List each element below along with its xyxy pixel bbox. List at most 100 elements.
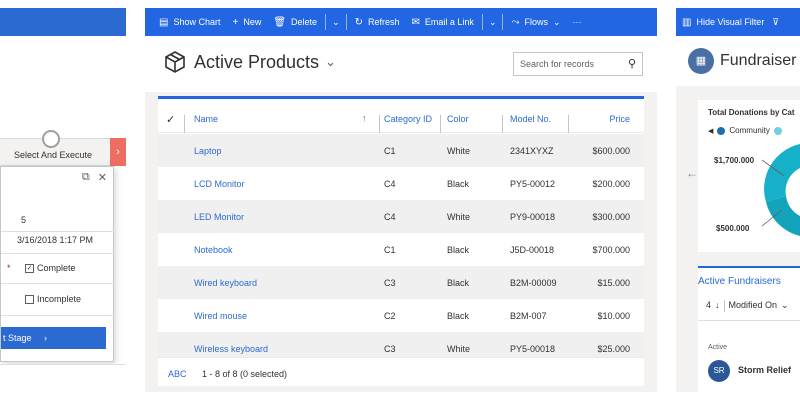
- chevron-down-icon[interactable]: ⌄: [781, 300, 789, 312]
- alphabet-filter-link[interactable]: ABC: [168, 369, 187, 379]
- refresh-icon: ↻: [354, 16, 363, 28]
- date-field[interactable]: 3/16/2018 1:17 PM: [17, 235, 93, 245]
- delete-dropdown-chevron-icon[interactable]: ⌄: [328, 8, 344, 36]
- checkbox-checked-icon[interactable]: ✓: [25, 263, 34, 273]
- chart-icon: ▤: [159, 16, 169, 28]
- table-row[interactable]: Wired mouse C2 Black B2M-007 $10.000: [158, 299, 644, 332]
- record-name-link[interactable]: LCD Monitor: [194, 179, 245, 189]
- option-incomplete[interactable]: Incomplete: [25, 294, 81, 304]
- record-name-link[interactable]: Wired keyboard: [194, 278, 257, 288]
- more-commands-button[interactable]: ···: [567, 8, 588, 36]
- required-marker: *: [7, 263, 11, 273]
- dock-icon[interactable]: ⧉: [82, 171, 90, 184]
- donut-slice[interactable]: [766, 196, 800, 236]
- refresh-label: Refresh: [368, 17, 400, 27]
- stage-expand-chevron-icon[interactable]: ›: [110, 138, 126, 166]
- cell-price: $700.000: [592, 245, 630, 255]
- column-header-model[interactable]: Model No.: [510, 114, 551, 124]
- right-view-title: Fundraiser: [720, 52, 797, 69]
- table-row[interactable]: Wired keyboard C3 Black B2M-00009 $15.00…: [158, 266, 644, 299]
- sort-direction-icon[interactable]: ↓: [715, 300, 720, 312]
- cell-category: C1: [384, 146, 396, 156]
- cell-category: C3: [384, 344, 396, 354]
- business-process-panel: Select And Execute › ⧉ ✕ 5 3/16/2018 1:1…: [0, 8, 126, 392]
- checkbox-unchecked-icon[interactable]: [25, 294, 34, 304]
- next-stage-button[interactable]: t Stage ›: [1, 327, 106, 349]
- email-icon: ✉: [411, 16, 420, 28]
- cell-model: B2M-007: [510, 311, 547, 321]
- search-input[interactable]: Search for records ⚲: [513, 52, 643, 76]
- column-header-price[interactable]: Price: [609, 114, 630, 124]
- record-count: 1 - 8 of 8 (0 selected): [202, 369, 288, 379]
- left-command-bar: [0, 8, 126, 36]
- divider: [481, 14, 483, 30]
- donut-slice[interactable]: [764, 144, 800, 202]
- donut-chart[interactable]: [758, 140, 800, 240]
- record-name-link[interactable]: Wireless keyboard: [194, 344, 268, 354]
- email-dropdown-chevron-icon[interactable]: ⌄: [485, 8, 501, 36]
- table-row[interactable]: LED Monitor C4 White PY9-00018 $300.000: [158, 200, 644, 233]
- donations-chart-card: Total Donations by Cat ◀ Community $1,70…: [698, 100, 800, 252]
- divider: [568, 115, 569, 133]
- cell-color: Black: [447, 311, 470, 321]
- stage-circle-icon[interactable]: [42, 130, 60, 148]
- sort-field[interactable]: Modified On: [729, 300, 778, 312]
- select-all-check-icon[interactable]: ✓: [166, 113, 175, 126]
- table-row[interactable]: Notebook C1 Black J5D-00018 $700.000: [158, 233, 644, 266]
- list-title[interactable]: Active Fundraisers: [698, 276, 781, 287]
- flow-icon: ⤳: [511, 16, 520, 28]
- cell-price: $25.000: [597, 344, 630, 354]
- column-header-name[interactable]: Name: [194, 114, 218, 124]
- close-icon[interactable]: ✕: [98, 171, 107, 184]
- chevron-left-icon[interactable]: ←: [686, 166, 698, 180]
- cell-price: $10.000: [597, 311, 630, 321]
- legend-swatch-icon: [773, 126, 782, 135]
- fundraiser-entity-icon: ▦: [688, 48, 714, 74]
- flows-button[interactable]: ⤳ Flows ⌄: [505, 8, 566, 36]
- legend-item-label[interactable]: Community: [729, 126, 769, 135]
- field-value: 5: [21, 215, 27, 225]
- stage-label[interactable]: Select And Execute: [14, 150, 92, 160]
- record-name-link[interactable]: LED Monitor: [194, 212, 244, 222]
- search-icon[interactable]: ⚲: [628, 53, 636, 75]
- sort-bar: 4 ↓ Modified On ⌄: [706, 300, 789, 312]
- app-screenshot: Select And Execute › ⧉ ✕ 5 3/16/2018 1:1…: [0, 0, 800, 400]
- cell-category: C4: [384, 179, 396, 189]
- chart-value-low: $500.000: [716, 224, 750, 233]
- sort-ascending-icon[interactable]: ↑: [362, 113, 367, 123]
- fundraiser-name[interactable]: Storm Relief: [738, 365, 791, 375]
- record-name-link[interactable]: Notebook: [194, 245, 233, 255]
- table-row[interactable]: Laptop C1 White 2341XYXZ $600.000: [158, 134, 644, 167]
- cell-color: White: [447, 146, 471, 156]
- new-button[interactable]: + New: [226, 8, 267, 36]
- divider: [345, 14, 347, 30]
- record-name-link[interactable]: Wired mouse: [194, 311, 247, 321]
- chart-title: Total Donations by Cat: [708, 108, 795, 117]
- view-header: Active Products ⌄ Search for records ⚲: [145, 36, 657, 92]
- record-name-link[interactable]: Laptop: [194, 146, 222, 156]
- delete-button[interactable]: 🗑 Delete: [267, 8, 323, 36]
- column-header-category[interactable]: Category ID: [384, 114, 432, 124]
- delete-label: Delete: [291, 17, 318, 27]
- cell-category: C3: [384, 278, 396, 288]
- chevron-right-icon: ›: [44, 333, 48, 343]
- legend-prev-icon[interactable]: ◀: [708, 127, 713, 135]
- email-link-button[interactable]: ✉ Email a Link: [406, 8, 480, 36]
- refresh-button[interactable]: ↻ Refresh: [349, 8, 406, 36]
- cell-model: PY5-00012: [510, 179, 556, 189]
- table-row[interactable]: LCD Monitor C4 Black PY5-00012 $200.000: [158, 167, 644, 200]
- column-header-color[interactable]: Color: [447, 114, 469, 124]
- view-selector-chevron-icon[interactable]: ⌄: [325, 54, 336, 70]
- show-chart-button[interactable]: ▤ Show Chart: [153, 8, 226, 36]
- divider: [502, 14, 504, 30]
- fundraiser-panel: ▥ Hide Visual Filter ⊽ ▦ Fundraiser ← To…: [676, 8, 800, 392]
- left-footer: [0, 364, 126, 392]
- divider: [502, 115, 503, 133]
- hide-visual-filter-button[interactable]: ▥ Hide Visual Filter: [676, 8, 770, 36]
- cell-color: Black: [447, 245, 470, 255]
- show-chart-label: Show Chart: [173, 17, 221, 27]
- divider: [184, 115, 185, 133]
- plus-icon: +: [232, 16, 239, 28]
- filter-icon[interactable]: ⊽: [770, 8, 781, 36]
- option-complete[interactable]: ✓ Complete: [25, 263, 76, 273]
